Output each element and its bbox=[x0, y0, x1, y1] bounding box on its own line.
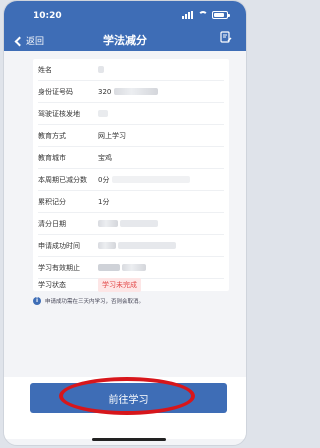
home-indicator bbox=[92, 438, 166, 441]
redacted-value bbox=[98, 220, 118, 227]
row-study-status: 学习状态 学习未完成 bbox=[38, 278, 224, 292]
battery-icon bbox=[212, 11, 230, 19]
status-time: 10:20 bbox=[33, 11, 62, 21]
row-value: 0分 bbox=[98, 175, 110, 184]
info-card: 姓名 身份证号码 320 驾驶证核发地 教育方式 网上学习 教育城市 宝鸡 本周… bbox=[33, 59, 229, 292]
status-icons bbox=[182, 11, 230, 19]
redacted-value bbox=[113, 88, 158, 95]
highlight-circle bbox=[59, 377, 195, 415]
row-label: 本周期已减分数 bbox=[38, 175, 87, 184]
row-valid-until: 学习有效期止 bbox=[38, 257, 224, 279]
row-label: 学习有效期止 bbox=[38, 263, 80, 272]
row-license-issue-place: 驾驶证核发地 bbox=[38, 103, 224, 125]
row-value: 320 bbox=[98, 87, 112, 96]
notice: i 申请成功需在三天内学习，否则会取消。 bbox=[33, 297, 229, 305]
redacted-value bbox=[120, 220, 159, 227]
redacted-value bbox=[98, 110, 108, 117]
row-value: 网上学习 bbox=[98, 131, 126, 140]
phone-screen: 10:20 返回 学法减分 姓名 身份证号码 320 驾驶证核发地 教育方式 网… bbox=[3, 0, 247, 446]
row-label: 教育方式 bbox=[38, 131, 66, 140]
row-label: 驾驶证核发地 bbox=[38, 109, 80, 118]
row-id-number: 身份证号码 320 bbox=[38, 81, 224, 103]
row-label: 学习状态 bbox=[38, 281, 66, 289]
row-label: 姓名 bbox=[38, 65, 52, 74]
signal-icon bbox=[182, 11, 194, 19]
document-edit-icon[interactable] bbox=[220, 31, 232, 43]
row-apply-time: 申请成功时间 bbox=[38, 235, 224, 257]
page-title: 学法减分 bbox=[103, 34, 147, 47]
row-education-city: 教育城市 宝鸡 bbox=[38, 147, 224, 169]
redacted-value bbox=[118, 242, 177, 249]
status-bar: 10:20 bbox=[4, 1, 246, 25]
redacted-value bbox=[98, 66, 104, 73]
app-header: 10:20 返回 学法减分 bbox=[4, 1, 246, 51]
redacted-value bbox=[98, 242, 116, 249]
row-label: 清分日期 bbox=[38, 219, 66, 228]
row-name: 姓名 bbox=[38, 59, 224, 81]
redacted-value bbox=[111, 176, 190, 183]
info-icon: i bbox=[33, 297, 41, 305]
row-value: 宝鸡 bbox=[98, 153, 112, 162]
redacted-value bbox=[122, 264, 147, 271]
wifi-icon bbox=[198, 11, 208, 19]
row-label: 教育城市 bbox=[38, 153, 66, 162]
row-value: 1分 bbox=[98, 197, 110, 206]
row-education-method: 教育方式 网上学习 bbox=[38, 125, 224, 147]
row-accumulated-points: 累积记分 1分 bbox=[38, 191, 224, 213]
row-clear-date: 清分日期 bbox=[38, 213, 224, 235]
notice-text: 申请成功需在三天内学习，否则会取消。 bbox=[45, 299, 145, 305]
row-label: 申请成功时间 bbox=[38, 241, 80, 250]
row-points-reduced: 本周期已减分数 0分 bbox=[38, 169, 224, 191]
row-label: 累积记分 bbox=[38, 197, 66, 206]
row-label: 身份证号码 bbox=[38, 87, 73, 96]
status-badge: 学习未完成 bbox=[98, 278, 141, 292]
redacted-value bbox=[98, 264, 120, 271]
